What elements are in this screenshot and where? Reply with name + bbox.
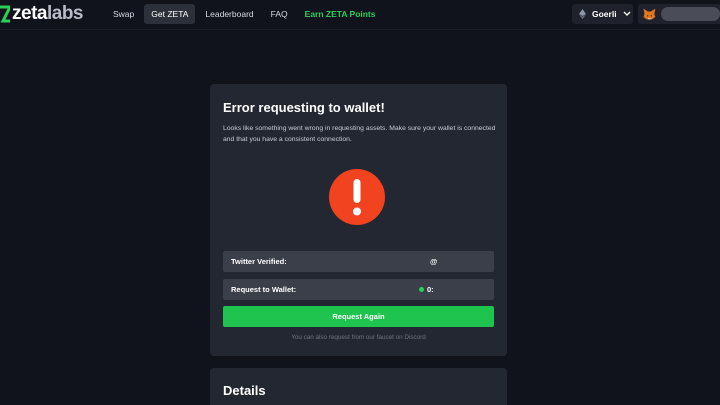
logo-text-main: zeta <box>12 3 47 24</box>
wallet-address-redacted <box>660 7 720 21</box>
chevron-down-icon <box>623 11 631 16</box>
nav-swap[interactable]: Swap <box>106 4 141 24</box>
nav-earn-zeta-points[interactable]: Earn ZETA Points <box>298 4 383 24</box>
twitter-verified-row: Twitter Verified: @ <box>223 251 494 272</box>
network-label: Goerli <box>592 9 617 19</box>
twitter-handle-value: @ <box>430 257 438 266</box>
request-again-button[interactable]: Request Again <box>223 306 494 327</box>
nav-leaderboard[interactable]: Leaderboard <box>198 4 260 24</box>
metamask-fox-icon <box>643 8 656 20</box>
logo-text-sub: labs <box>46 3 84 24</box>
nav-faq[interactable]: FAQ <box>264 4 295 24</box>
wallet-account-button[interactable] <box>638 4 720 24</box>
details-title: Details <box>223 383 266 398</box>
main-nav: Swap Get ZETA Leaderboard FAQ Earn ZETA … <box>106 4 386 24</box>
request-to-wallet-label: Request to Wallet: <box>231 285 297 294</box>
error-description: Looks like something went wrong in reque… <box>223 125 496 143</box>
wallet-address-value: 0: <box>427 285 434 294</box>
request-to-wallet-row: Request to Wallet: 0: <box>223 279 494 300</box>
faucet-result-card: Error requesting to wallet! Looks like s… <box>210 84 507 356</box>
details-card: Details <box>210 368 507 405</box>
error-title: Error requesting to wallet! <box>223 100 385 115</box>
top-navigation-bar: zeta labs Swap Get ZETA Leaderboard FAQ E… <box>0 0 720 30</box>
network-selector[interactable]: Goerli <box>572 4 633 24</box>
nav-get-zeta[interactable]: Get ZETA <box>144 4 196 24</box>
twitter-verified-label: Twitter Verified: <box>231 257 287 266</box>
ethereum-icon <box>579 9 586 19</box>
zetalabs-logo[interactable]: zeta labs <box>0 2 84 26</box>
zeta-logo-icon <box>0 5 10 23</box>
discord-faucet-note[interactable]: You can also request from our faucet on … <box>210 334 507 341</box>
exclamation-error-icon <box>329 169 385 225</box>
status-dot-icon <box>419 287 424 292</box>
